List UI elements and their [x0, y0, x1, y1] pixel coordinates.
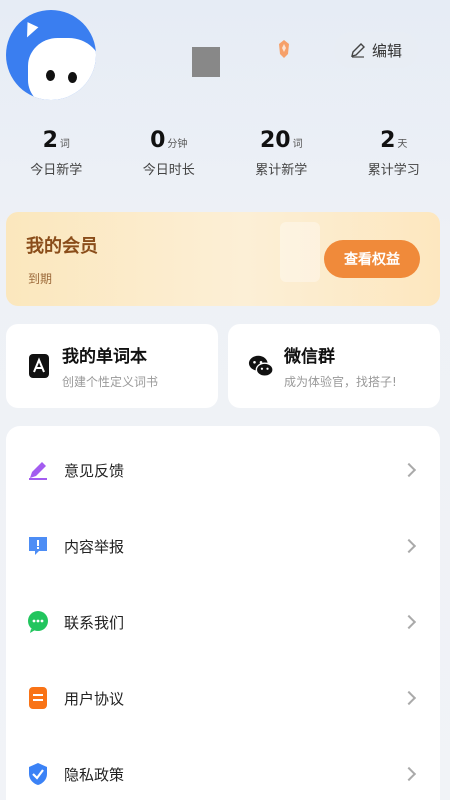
menu-item-user-agreement[interactable]: 用户协议: [6, 670, 440, 726]
view-benefits-button[interactable]: 查看权益: [324, 240, 420, 278]
shield-check-icon: [29, 763, 47, 785]
stats-row: 2词 今日新学 0 分钟 今日时长 20 词 累计新学 2天 累计学习: [0, 128, 450, 178]
wordbook-title: 我的单词本: [62, 347, 147, 367]
medal-icon[interactable]: [276, 38, 292, 60]
mascot-face: [28, 38, 96, 100]
membership-card[interactable]: 我的会员 到期 查看权益: [6, 212, 440, 306]
chevron-right-icon: [401, 462, 417, 478]
wordbook-desc: 创建个性定义词书: [62, 375, 159, 389]
edit-profile-button[interactable]: 编辑: [334, 32, 418, 68]
chevron-right-icon: [401, 538, 417, 554]
profile-page: 编辑 2词 今日新学 0 分钟 今日时长 20 词 累计新学 2天 累计学习 我的会…: [0, 0, 450, 800]
wechat-title: 微信群: [284, 347, 335, 367]
document-icon: [29, 687, 47, 709]
stat-total-new: 20 词 累计新学: [255, 128, 308, 178]
membership-title: 我的会员: [26, 236, 98, 257]
username-placeholder: [192, 47, 220, 77]
stat-total-days: 2天 累计学习: [367, 128, 420, 178]
chevron-right-icon: [401, 690, 417, 706]
edit-label: 编辑: [371, 41, 402, 60]
chevron-right-icon: [401, 614, 417, 630]
chat-bubble-icon: [28, 611, 48, 633]
wechat-icon: [248, 355, 274, 377]
membership-decoration: [280, 222, 320, 282]
menu-item-report[interactable]: 内容举报: [6, 518, 440, 574]
chevron-right-icon: [401, 766, 417, 782]
stat-today-new: 2词 今日新学: [30, 128, 83, 178]
wordbook-card[interactable]: 我的单词本 创建个性定义词书: [6, 324, 218, 408]
stat-today-time: 0 分钟 今日时长: [142, 128, 195, 178]
wechat-desc: 成为体验官，找搭子!: [284, 375, 397, 389]
menu-item-contact[interactable]: 联系我们: [6, 594, 440, 650]
bolt-icon: [21, 22, 39, 40]
wechat-group-card[interactable]: 微信群 成为体验官，找搭子!: [228, 324, 440, 408]
pencil-icon: [351, 43, 365, 58]
report-alert-icon: [29, 537, 47, 555]
wordbook-icon: [29, 354, 49, 378]
feedback-pen-icon: [29, 462, 47, 480]
settings-list: 意见反馈 内容举报 联系我们 用户协议 隐私政策: [6, 426, 440, 800]
membership-expiry: 到期: [28, 272, 53, 286]
avatar[interactable]: [6, 10, 96, 100]
menu-item-privacy[interactable]: 隐私政策: [6, 746, 440, 800]
menu-item-feedback[interactable]: 意见反馈: [6, 442, 440, 498]
